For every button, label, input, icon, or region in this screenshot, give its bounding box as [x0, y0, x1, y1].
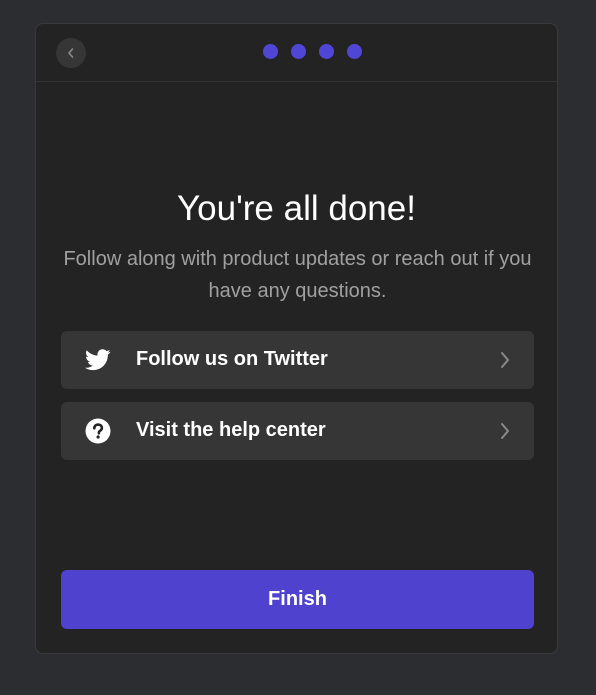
step-indicator: [263, 44, 362, 59]
help-center-link-row[interactable]: Visit the help center: [61, 402, 534, 460]
step-dot: [347, 44, 362, 59]
page-subtitle: Follow along with product updates or rea…: [63, 248, 532, 302]
onboarding-modal: You're all done! Follow along with produ…: [35, 23, 558, 654]
page-title: You're all done!: [177, 189, 416, 228]
chevron-right-icon: [498, 350, 512, 370]
modal-header: [36, 24, 557, 82]
step-dot: [319, 44, 334, 59]
back-button[interactable]: [56, 38, 86, 68]
twitter-icon: [84, 346, 112, 374]
twitter-link-row[interactable]: Follow us on Twitter: [61, 331, 534, 389]
help-center-link-label: Visit the help center: [136, 419, 326, 441]
chevron-left-icon: [68, 48, 74, 58]
step-dot: [291, 44, 306, 59]
step-dot: [263, 44, 278, 59]
chevron-right-icon: [498, 421, 512, 441]
question-circle-icon: [84, 417, 112, 445]
finish-button[interactable]: Finish: [61, 570, 534, 629]
twitter-link-label: Follow us on Twitter: [136, 348, 328, 370]
